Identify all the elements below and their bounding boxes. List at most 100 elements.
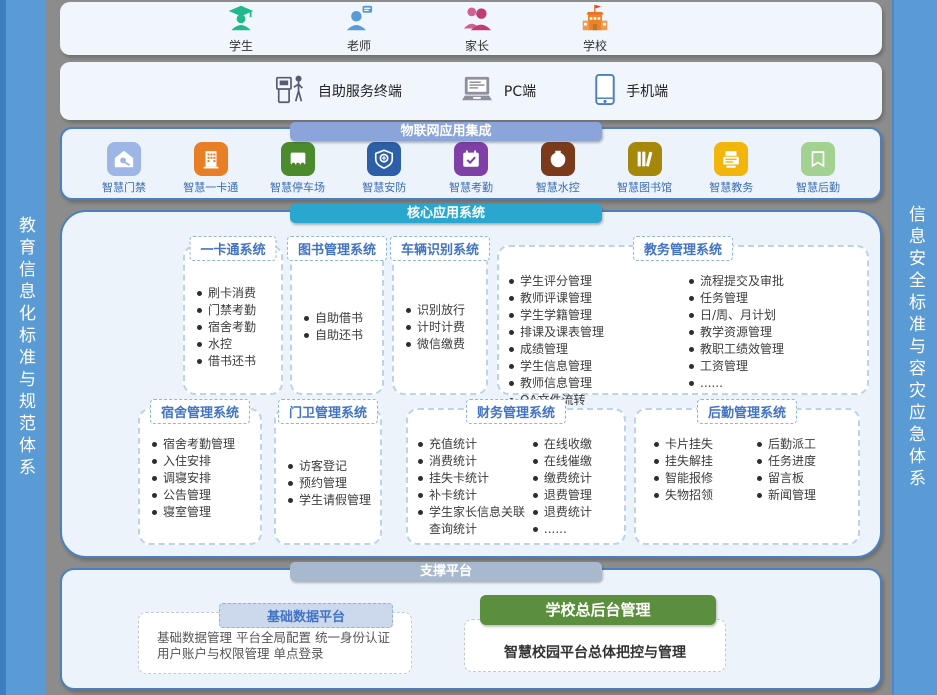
iot-label: 智慧教务 [709,179,753,195]
bullet-dot-icon [418,476,423,481]
bullet-dot-icon [509,364,514,369]
bullet-item: 教学资源管理 [689,324,863,341]
terminals-panel: 自助服务终端 PC端 手机端 [60,62,882,120]
bullet-text: 微信缴费 [417,336,465,353]
security-shield-icon [367,142,401,176]
bullet-dot-icon [152,476,157,481]
bullet-item: 缴费统计 [533,470,620,487]
bullet-text: 留言板 [768,470,804,487]
bullet-dot-icon [689,330,694,335]
user-parent: 家长 [446,4,508,54]
bullet-dot-icon [197,359,202,364]
system-library: 图书管理系统 自助借书自助还书 [290,245,384,395]
right-sidebar-label: 信息安全标准与容灾应急体系 [903,205,928,491]
left-standards-sidebar: 教育信息化标准与规范体系 [0,0,45,695]
bullet-dot-icon [152,442,157,447]
bullet-dot-icon [757,442,762,447]
bullet-dot-icon [689,313,694,318]
bullet-text: 任务进度 [768,453,816,470]
bullet-dot-icon [152,510,157,515]
bullet-dot-icon [509,313,514,318]
bullet-item: 自助借书 [304,310,376,327]
system-items-col1: 学生评分管理教师评课管理学生学籍管理排课及课表管理成绩管理学生信息管理教师信息管… [509,273,683,387]
bullet-text: 挂失卡统计 [429,470,489,487]
bullet-dot-icon [406,342,411,347]
bullet-item: 教师评课管理 [509,290,683,307]
bullet-text: 日/周、月计划 [700,307,776,324]
bullet-dot-icon [406,308,411,313]
bullet-text: 宿舍考勤管理 [163,436,235,453]
bullet-text: 水控 [208,336,232,353]
system-onecard: 一卡通系统 刷卡消费门禁考勤宿舍考勤水控借书还书 [183,245,283,395]
bullet-item: 消费统计 [418,453,527,470]
bullet-item: 宿舍考勤管理 [152,436,254,453]
bullet-text: 排课及课表管理 [520,324,604,341]
bullet-text: 新闻管理 [768,487,816,504]
terminal-label: 手机端 [626,81,668,101]
bullet-text: 借书还书 [208,353,256,370]
system-items: 识别放行计时计费微信缴费 [394,247,486,393]
bullet-item: 在线收缴 [533,436,620,453]
system-title: 宿舍管理系统 [150,399,250,424]
system-items: 访客登记预约管理学生请假管理 [276,410,380,543]
iot-header-tab: 物联网应用集成 [290,122,602,141]
user-label: 家长 [465,37,489,54]
support-platform-panel: 支撑平台 基础数据平台 基础数据管理 平台全局配置 统一身份认证 用户账户与权限… [60,568,882,690]
bullet-item: 学生请假管理 [288,492,374,509]
iot-panel: 物联网应用集成 智慧门禁 智慧一卡通 智慧停车场 [60,127,882,200]
bullet-text: 宿舍考勤 [208,319,256,336]
bullet-dot-icon [757,459,762,464]
bullet-item: 入住安排 [152,453,254,470]
bullet-item: 寝室管理 [152,504,254,521]
laptop-icon [460,74,494,108]
user-label: 学校 [583,37,607,54]
bullet-item: 教职工绩效管理 [689,341,863,358]
system-academic-affairs: 教务管理系统 学生评分管理教师评课管理学生学籍管理排课及课表管理成绩管理学生信息… [497,245,869,395]
system-title: 一卡通系统 [189,236,276,261]
bullet-item: 补卡统计 [418,487,527,504]
bullet-dot-icon [418,493,423,498]
bullet-text: 公告管理 [163,487,211,504]
bullet-text: 消费统计 [429,453,477,470]
core-header-tab: 核心应用系统 [290,204,602,223]
bullet-item: 调寝安排 [152,470,254,487]
bullet-dot-icon [533,510,538,515]
bullet-text: 学生家长信息关联查询统计 [429,504,527,538]
bullet-dot-icon [689,279,694,284]
bullet-text: 挂失解挂 [665,453,713,470]
bullet-text: 学生学籍管理 [520,307,592,324]
system-title: 图书管理系统 [287,236,387,261]
bullet-dot-icon [654,493,659,498]
bullet-dot-icon [509,330,514,335]
school-admin-desc: 智慧校园平台总体把控与管理 [465,620,725,662]
core-systems-panel: 核心应用系统 一卡通系统 刷卡消费门禁考勤宿舍考勤水控借书还书 图书管理系统 自… [60,210,882,558]
bullet-text: 补卡统计 [429,487,477,504]
bullet-dot-icon [509,347,514,352]
iot-security: 智慧安防 [350,142,418,195]
system-items-col1: 卡片挂失挂失解挂智能报修失物招领 [654,436,751,537]
school-admin-title: 学校总后台管理 [480,595,716,625]
system-dormitory: 宿舍管理系统 宿舍考勤管理入住安排调寝安排公告管理寝室管理 [138,408,262,545]
bullet-item: 水控 [197,336,275,353]
iot-library: 智慧图书馆 [611,142,679,195]
bullet-dot-icon [757,476,762,481]
smart-campus-architecture-diagram: 教育信息化标准与规范体系 信息安全标准与容灾应急体系 学生 老师 家长 [0,0,937,695]
iot-academic: 智慧教务 [697,142,765,195]
bullet-text: 缴费统计 [544,470,592,487]
base-text-line1: 基础数据管理 平台全局配置 统一身份认证 [157,630,405,646]
bullet-text: 学生评分管理 [520,273,592,290]
door-access-icon [107,142,141,176]
bullet-item: ...... [533,521,620,538]
bullet-text: 访客登记 [299,458,347,475]
bullet-text: 门禁考勤 [208,302,256,319]
iot-label: 智慧后勤 [796,179,840,195]
bullet-item: 充值统计 [418,436,527,453]
bullet-dot-icon [406,325,411,330]
bullet-dot-icon [418,510,423,515]
bullet-text: 刷卡消费 [208,285,256,302]
bullet-text: 教学资源管理 [700,324,772,341]
onecard-icon [194,142,228,176]
bullet-text: 卡片挂失 [665,436,713,453]
kiosk-icon [274,72,308,110]
bullet-text: 入住安排 [163,453,211,470]
